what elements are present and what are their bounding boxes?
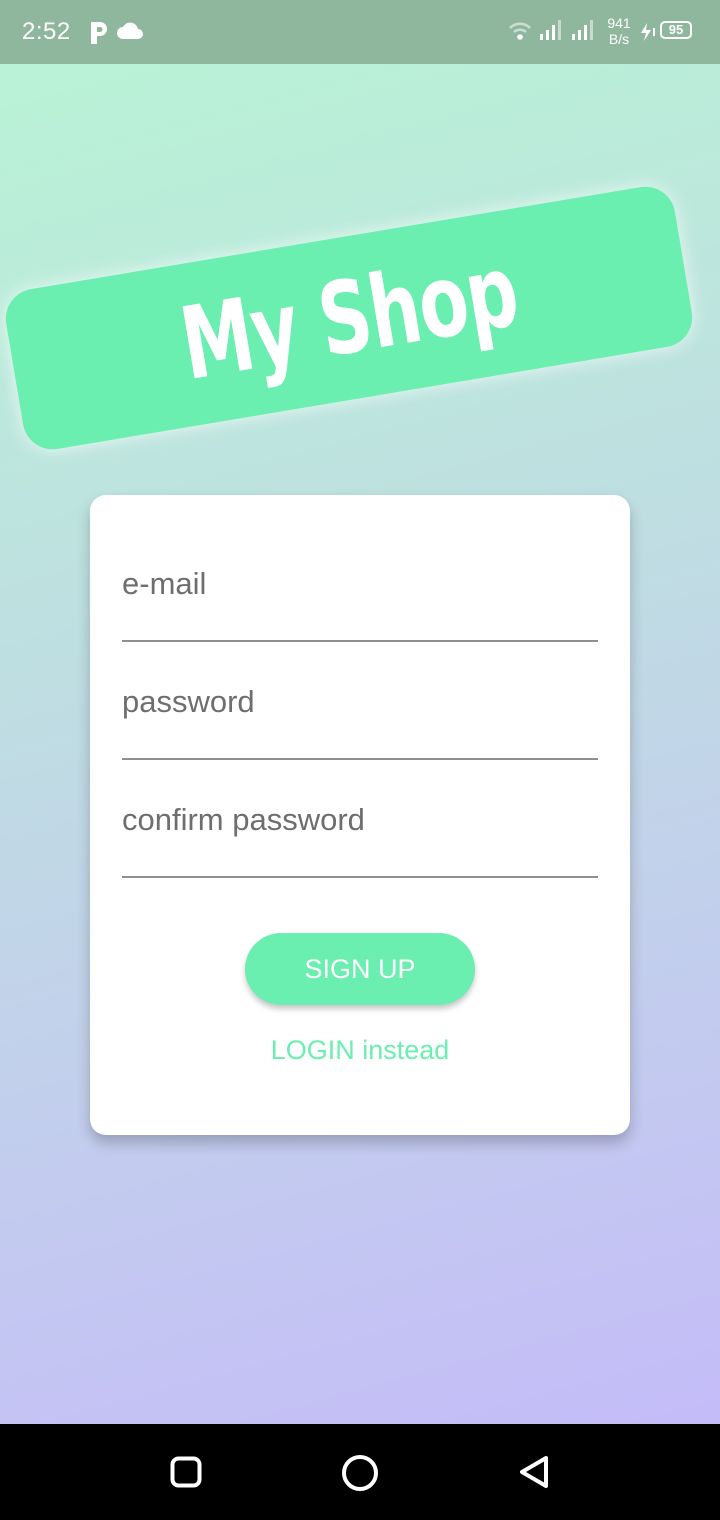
charging-icon xyxy=(641,23,655,41)
navigation-bar xyxy=(0,1424,720,1520)
status-bar: 2:52 941 B/s 95 xyxy=(0,0,720,64)
cloud-icon xyxy=(117,22,143,39)
password-field-container xyxy=(122,668,598,760)
email-field-container xyxy=(122,550,598,642)
wifi-icon xyxy=(509,22,531,40)
p-icon xyxy=(91,22,107,44)
login-instead-link[interactable]: LOGIN instead xyxy=(90,1035,630,1066)
home-icon[interactable] xyxy=(341,1454,379,1492)
email-field[interactable] xyxy=(122,566,598,602)
back-icon[interactable] xyxy=(516,1454,552,1490)
password-field[interactable] xyxy=(122,684,598,720)
confirm-password-field-container xyxy=(122,786,598,878)
app-title: My Shop xyxy=(172,231,526,404)
status-time: 2:52 xyxy=(22,18,71,45)
recent-apps-icon[interactable] xyxy=(170,1456,202,1488)
signal-icon xyxy=(572,20,593,40)
battery-indicator: 95 xyxy=(660,21,692,39)
network-speed-value: 941 xyxy=(607,15,631,31)
confirm-password-field[interactable] xyxy=(122,802,598,838)
signal-icon xyxy=(540,20,561,40)
network-speed-unit: B/s xyxy=(608,31,630,47)
app-banner: My Shop xyxy=(1,182,697,454)
signup-button[interactable]: SIGN UP xyxy=(245,933,475,1005)
signup-screen: 2:52 941 B/s 95 My Shop e-mail SIGN UP L… xyxy=(0,0,720,1520)
signup-card: SIGN UP LOGIN instead xyxy=(90,495,630,1135)
network-speed: 941 B/s xyxy=(604,15,634,47)
